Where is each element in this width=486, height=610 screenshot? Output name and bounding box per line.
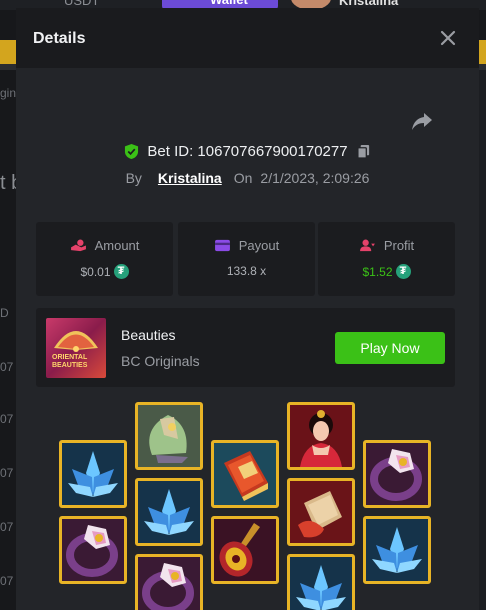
symbol-tile [211,440,279,508]
copy-icon[interactable] [356,144,371,159]
background-banner-right [478,40,486,64]
stat-value: $1.52 [362,264,393,279]
modal-title: Details [33,30,86,47]
ring-icon [62,519,124,581]
lotus-icon [62,443,124,505]
background-text: 07 [0,520,14,534]
stat-amount: Amount $0.01 ₮ [36,222,173,296]
by-label: By [125,170,142,186]
share-icon[interactable] [411,110,433,132]
profit-icon [359,239,375,252]
symbol-tile [135,402,203,470]
play-now-button[interactable]: Play Now [335,332,445,364]
stat-value: 133.8 x [226,264,267,278]
ring-icon [366,443,428,505]
on-label: On [233,170,253,186]
stat-profit: Profit $1.52 ₮ [318,222,455,296]
result-grid [16,400,479,610]
stat-label: Amount [94,238,140,253]
stat-payout: Payout 133.8 x [178,222,315,296]
game-provider: BC Originals [121,353,200,369]
header-username[interactable]: Kristalina [339,0,398,8]
modal-header: Details [16,8,479,68]
verified-shield-icon [125,143,139,159]
symbol-tile [287,478,355,546]
background-text: 07 [0,466,14,480]
close-icon[interactable] [438,28,458,48]
bet-id-label: Bet ID: 106707667900170277 [147,142,348,160]
background-banner [0,40,16,64]
symbol-tile [211,516,279,584]
tether-coin-icon: ₮ [113,264,129,279]
lotus-icon [138,481,200,543]
bet-username-link[interactable]: Kristalina [158,170,222,186]
close-button[interactable] [438,28,458,48]
lotus-icon [366,519,428,581]
payout-icon [214,239,230,252]
background-text: gin [0,86,17,100]
stat-label: Payout [238,238,280,253]
scroll-icon [290,481,352,543]
game-thumb-title: ORIENTAL BEAUTIES [52,354,88,369]
bet-meta-row: By Kristalina On 2/1/2023, 2:09:26 [16,168,479,188]
ring-icon [138,557,200,610]
symbol-tile [135,478,203,546]
symbol-tile [363,440,431,508]
bet-date: 2/1/2023, 2:09:26 [260,170,370,186]
stat-value: $0.01 [80,264,111,279]
game-name[interactable]: Beauties [121,327,175,343]
background-text: 07 [0,360,14,374]
symbol-tile [287,554,355,610]
background-text: 07 [0,412,14,426]
tether-coin-icon: ₮ [395,264,411,279]
symbol-tile [59,440,127,508]
stat-label: Profit [383,238,415,253]
background-text: D [0,306,9,320]
lotus-icon [290,557,352,610]
symbol-tile [287,402,355,470]
symbol-tile [59,516,127,584]
game-thumbnail[interactable]: ORIENTAL BEAUTIES [46,318,106,378]
bet-id: 106707667900170277 [197,142,348,160]
fan-icon [138,405,200,467]
background-text: 07 [0,574,14,588]
currency-label[interactable]: USDT [64,0,99,8]
lady-icon [290,405,352,467]
amount-icon [70,239,86,252]
bet-id-row: Bet ID: 106707667900170277 [16,140,479,162]
symbol-tile [363,516,431,584]
game-card: ORIENTAL BEAUTIES Beauties BC Originals … [36,308,455,387]
bet-details-modal: Details Bet ID: 106707667900170277 By Kr… [16,8,479,610]
book-icon [214,443,276,505]
share-button[interactable] [411,110,433,132]
lute-icon [214,519,276,581]
symbol-tile [135,554,203,610]
